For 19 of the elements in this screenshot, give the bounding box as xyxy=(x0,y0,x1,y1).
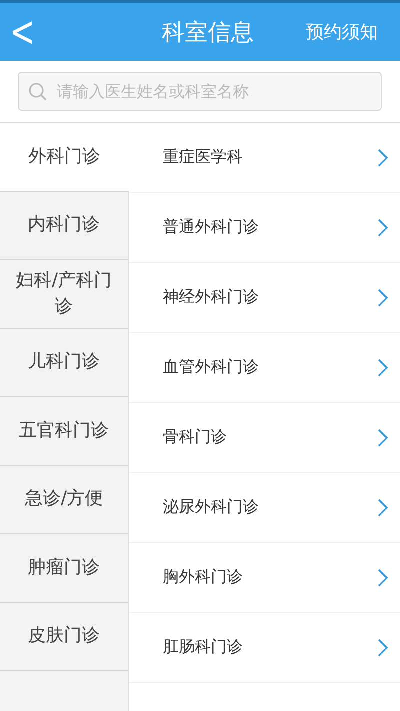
department-item[interactable]: 泌尿外科门诊 xyxy=(129,473,400,543)
chevron-icon xyxy=(378,498,388,516)
department-item[interactable]: 骨科门诊 xyxy=(129,403,400,473)
department-item[interactable]: 普通外科门诊 xyxy=(129,193,400,263)
department-item[interactable]: 肛肠科门诊 xyxy=(129,613,400,683)
chevron-icon xyxy=(378,218,388,236)
chevron-icon xyxy=(378,288,388,306)
department-item[interactable]: 神经外科门诊 xyxy=(129,263,400,333)
category-tab[interactable]: 外科门诊 xyxy=(0,123,129,192)
search-field[interactable]: 请输入医生姓名或科室名称 xyxy=(18,72,382,111)
department-item[interactable]: 重症医学科 xyxy=(129,123,400,193)
department-item[interactable]: 胸外科门诊 xyxy=(129,543,400,613)
chevron-icon xyxy=(378,358,388,376)
chevron-icon xyxy=(378,638,388,656)
department-item[interactable]: 血管外科门诊 xyxy=(129,333,400,403)
page-title: 科室信息 xyxy=(161,18,255,48)
chevron-icon xyxy=(378,428,388,446)
chevron-icon xyxy=(378,568,388,586)
chevron-icon xyxy=(378,148,388,166)
